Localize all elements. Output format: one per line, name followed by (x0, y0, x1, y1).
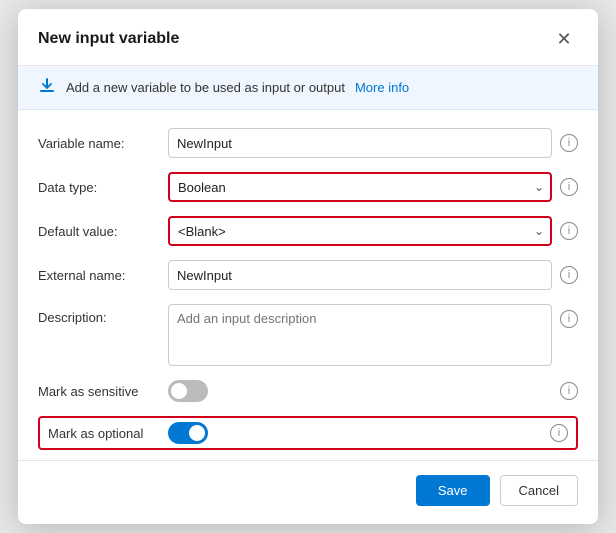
default-value-select-wrapper: <Blank> True False ⌄ (168, 216, 552, 246)
info-symbol: i (568, 225, 570, 237)
default-value-field: <Blank> True False ⌄ i (168, 216, 578, 246)
default-value-info-icon[interactable]: i (560, 222, 578, 240)
close-button[interactable]: ✕ (550, 25, 578, 53)
info-symbol: i (568, 181, 570, 193)
variable-name-input[interactable] (168, 128, 552, 158)
close-icon: ✕ (556, 29, 571, 50)
external-name-info-icon[interactable]: i (560, 266, 578, 284)
variable-name-label: Variable name: (38, 136, 158, 151)
description-textarea[interactable] (168, 304, 552, 366)
description-row: Description: i (38, 304, 578, 366)
mark-sensitive-row: Mark as sensitive i (38, 380, 578, 402)
mark-sensitive-slider (168, 380, 208, 402)
dialog-body: Variable name: i Data type: Boolean Stri… (18, 110, 598, 460)
data-type-label: Data type: (38, 180, 158, 195)
mark-optional-slider (168, 422, 208, 444)
mark-sensitive-toggle[interactable] (168, 380, 208, 402)
info-symbol: i (568, 313, 570, 325)
default-value-label: Default value: (38, 224, 158, 239)
dialog-title: New input variable (38, 30, 179, 48)
mark-sensitive-info-icon[interactable]: i (560, 382, 578, 400)
mark-optional-info-icon[interactable]: i (550, 424, 568, 442)
mark-optional-field: i (168, 422, 568, 444)
info-symbol: i (558, 427, 560, 439)
data-type-row: Data type: Boolean String Integer Float … (38, 172, 578, 202)
info-symbol: i (568, 137, 570, 149)
variable-name-info-icon[interactable]: i (560, 134, 578, 152)
info-symbol: i (568, 269, 570, 281)
mark-optional-row: Mark as optional i (38, 416, 578, 450)
mark-optional-toggle[interactable] (168, 422, 208, 444)
mark-sensitive-field: i (168, 380, 578, 402)
info-symbol: i (568, 385, 570, 397)
cancel-button[interactable]: Cancel (500, 475, 578, 506)
external-name-field: i (168, 260, 578, 290)
download-icon (38, 76, 56, 99)
mark-optional-label: Mark as optional (48, 426, 168, 441)
dialog-header: New input variable ✕ (18, 9, 598, 66)
external-name-row: External name: i (38, 260, 578, 290)
external-name-input[interactable] (168, 260, 552, 290)
external-name-label: External name: (38, 268, 158, 283)
description-field: i (168, 304, 578, 366)
default-value-select[interactable]: <Blank> True False (168, 216, 552, 246)
variable-name-row: Variable name: i (38, 128, 578, 158)
data-type-info-icon[interactable]: i (560, 178, 578, 196)
more-info-link[interactable]: More info (355, 80, 409, 95)
variable-name-field: i (168, 128, 578, 158)
data-type-field: Boolean String Integer Float DateTime Li… (168, 172, 578, 202)
default-value-row: Default value: <Blank> True False ⌄ i (38, 216, 578, 246)
description-label: Description: (38, 304, 158, 325)
banner-text: Add a new variable to be used as input o… (66, 80, 345, 95)
data-type-select[interactable]: Boolean String Integer Float DateTime Li… (168, 172, 552, 202)
mark-optional-bordered-wrapper: Mark as optional i (38, 416, 578, 450)
new-input-variable-dialog: New input variable ✕ Add a new variable … (18, 9, 598, 524)
mark-sensitive-label: Mark as sensitive (38, 384, 158, 399)
save-button[interactable]: Save (416, 475, 490, 506)
data-type-select-wrapper: Boolean String Integer Float DateTime Li… (168, 172, 552, 202)
dialog-footer: Save Cancel (18, 460, 598, 524)
info-banner: Add a new variable to be used as input o… (18, 66, 598, 110)
description-info-icon[interactable]: i (560, 310, 578, 328)
